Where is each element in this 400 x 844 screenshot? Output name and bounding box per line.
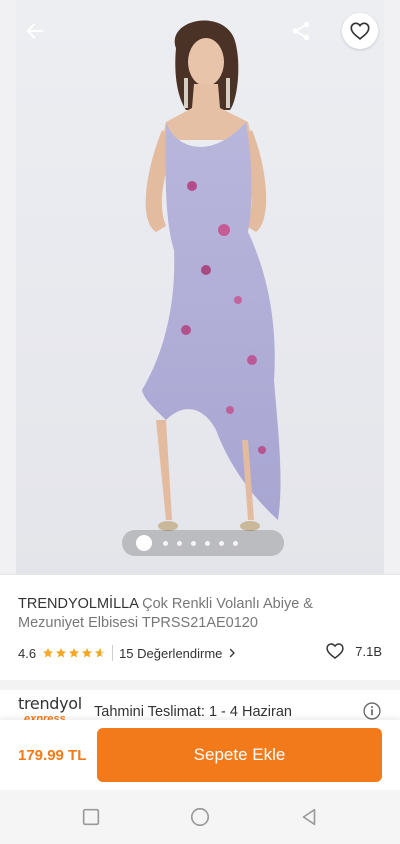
share-button[interactable] (284, 14, 318, 48)
back-button[interactable] (18, 14, 52, 48)
product-title: TRENDYOLMİLLA Çok Renkli Volanlı Abiye &… (18, 595, 382, 633)
favorite-count-value: 7.1B (355, 643, 382, 659)
trendyol-express-logo: trendyol express (18, 694, 88, 720)
share-icon (292, 21, 310, 41)
divider (112, 645, 114, 661)
rating-stars (42, 647, 106, 659)
star-icon (82, 648, 93, 658)
delivery-estimate: Tahmini Teslimat: 1 - 4 Haziran (94, 704, 292, 720)
product-price: 179.99 TL (18, 747, 87, 764)
heart-icon (350, 22, 370, 40)
arrow-left-icon (26, 23, 44, 39)
logo-sub: express (24, 713, 66, 720)
star-icon (56, 648, 67, 658)
gallery-pagination[interactable] (122, 530, 284, 556)
reviews-count: 15 Değerlendirme (119, 645, 223, 661)
rating-row: 4.6 15 Değerlendirme 7.1B (18, 643, 382, 663)
favorite-count[interactable]: 7.1B (325, 641, 382, 661)
favorite-button[interactable] (342, 13, 378, 49)
star-icon (69, 648, 80, 658)
add-to-cart-button[interactable]: Sepete Ekle (97, 728, 382, 782)
system-navigation-bar (0, 790, 400, 844)
gallery-dot[interactable] (191, 540, 196, 546)
back-triangle-icon[interactable] (298, 806, 320, 828)
product-info: TRENDYOLMİLLA Çok Renkli Volanlı Abiye &… (0, 574, 400, 680)
gallery-dot[interactable] (219, 540, 224, 546)
model-in-dress-illustration (142, 20, 281, 531)
rating-score: 4.6 (18, 645, 37, 661)
chevron-right-icon (230, 648, 236, 658)
product-brand[interactable]: TRENDYOLMİLLA (18, 596, 138, 612)
purchase-bar: 179.99 TL Sepete Ekle (0, 720, 400, 790)
gallery-dot[interactable] (233, 540, 238, 546)
logo-word: trendyol (18, 694, 82, 713)
reviews-link[interactable]: 15 Değerlendirme (119, 646, 238, 661)
gallery-dot[interactable] (177, 540, 182, 546)
gallery-dot[interactable] (205, 540, 210, 546)
heart-outline-icon (326, 643, 344, 660)
product-photo[interactable] (16, 0, 384, 574)
recent-apps-icon[interactable] (80, 806, 102, 828)
home-icon[interactable] (189, 806, 211, 828)
info-icon[interactable] (362, 701, 382, 720)
star-icon (43, 648, 54, 658)
star-half-icon (95, 648, 106, 658)
gallery-dot-active[interactable] (136, 535, 152, 551)
delivery-info[interactable]: trendyol express Tahmini Teslimat: 1 - 4… (0, 690, 400, 720)
product-image-gallery[interactable] (0, 0, 400, 574)
gallery-dot[interactable] (163, 540, 168, 546)
section-divider (0, 680, 400, 690)
